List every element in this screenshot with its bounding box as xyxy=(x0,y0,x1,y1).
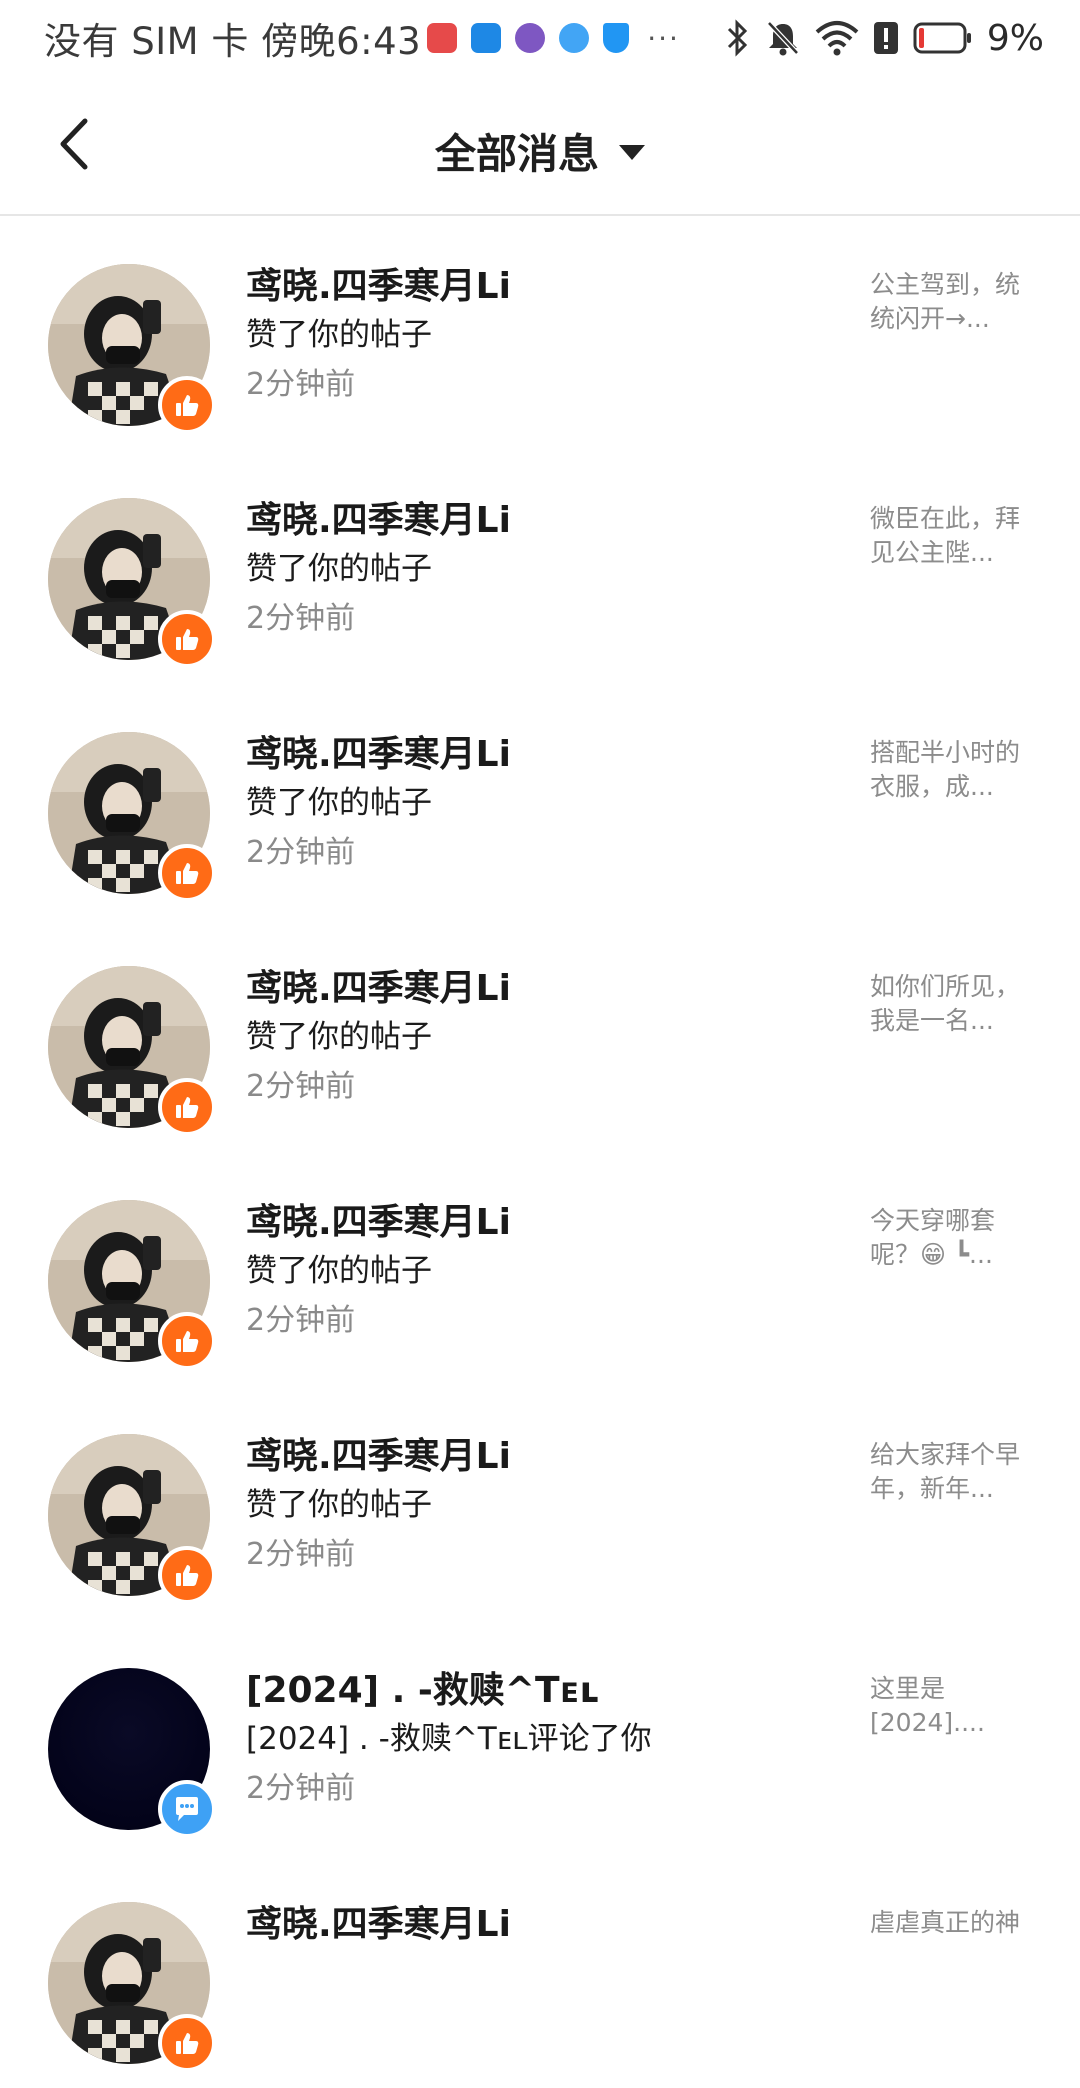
message-time: 2分钟前 xyxy=(246,1771,356,1806)
message-time: 2分钟前 xyxy=(246,601,356,636)
message-action: 赞了你的帖子 xyxy=(246,317,432,353)
message-action: 赞了你的帖子 xyxy=(246,785,432,821)
avatar-container[interactable] xyxy=(48,1434,216,1604)
avatar-container[interactable] xyxy=(48,966,216,1136)
message-action: 赞了你的帖子 xyxy=(246,551,432,587)
message-row[interactable]: 鸢晓.四季寒月Li 赞了你的帖子 2分钟前 如你们所见，我是一名... xyxy=(0,918,1080,1152)
status-left: 没有 SIM 卡 傍晚6:43 ··· xyxy=(44,12,680,64)
message-text-block: 鸢晓.四季寒月Li 赞了你的帖子 2分钟前 xyxy=(246,264,806,408)
security-shield-app-icon xyxy=(603,23,630,53)
bluetooth-icon xyxy=(725,19,751,57)
message-text-block: 鸢晓.四季寒月Li 赞了你的帖子 2分钟前 xyxy=(246,966,806,1110)
sender-name[interactable]: 鸢晓.四季寒月Li xyxy=(246,1434,806,1480)
message-time: 2分钟前 xyxy=(246,1303,356,1338)
alert-icon xyxy=(873,20,899,56)
message-list: 鸢晓.四季寒月Li 赞了你的帖子 2分钟前 公主驾到，统统闪开→... 鸢晓.四… xyxy=(0,216,1080,2088)
post-preview[interactable]: 公主驾到，统统闪开→... xyxy=(870,268,1040,336)
sender-name[interactable]: 鸢晓.四季寒月Li xyxy=(246,498,806,544)
avatar-container[interactable] xyxy=(48,732,216,902)
message-text-block: 鸢晓.四季寒月Li 赞了你的帖子 2分钟前 xyxy=(246,732,806,876)
message-action: 赞了你的帖子 xyxy=(246,1253,432,1289)
message-time: 2分钟前 xyxy=(246,1069,356,1104)
post-preview[interactable]: 微臣在此，拜见公主陛... xyxy=(870,502,1040,570)
avatar-container[interactable] xyxy=(48,1902,216,2072)
sender-name[interactable]: [2024] . -救赎^Tᴇʟ xyxy=(246,1668,806,1714)
wifi-icon xyxy=(815,20,859,56)
weather-app-icon xyxy=(471,23,502,53)
message-row[interactable]: 鸢晓.四季寒月Li 赞了你的帖子 2分钟前 今天穿哪套呢？😁 ┗... xyxy=(0,1152,1080,1386)
nav-bar: 全部消息 xyxy=(0,76,1080,216)
message-action: [2024] . -救赎^Tᴇʟ评论了你 xyxy=(246,1721,652,1757)
avatar-container[interactable] xyxy=(48,264,216,434)
comment-badge-icon xyxy=(158,1780,216,1838)
notification-app-icons: ··· xyxy=(427,22,680,55)
battery-icon xyxy=(913,21,973,55)
post-preview[interactable]: 给大家拜个早年，新年... xyxy=(870,1438,1040,1506)
post-preview[interactable]: 这里是[2024].... xyxy=(870,1672,1040,1740)
message-text-block: [2024] . -救赎^Tᴇʟ [2024] . -救赎^Tᴇʟ评论了你 2分… xyxy=(246,1668,806,1812)
message-row[interactable]: [2024] . -救赎^Tᴇʟ [2024] . -救赎^Tᴇʟ评论了你 2分… xyxy=(0,1620,1080,1854)
message-row[interactable]: 鸢晓.四季寒月Li 虐虐真正的神 xyxy=(0,1854,1080,2088)
message-text-block: 鸢晓.四季寒月Li xyxy=(246,1902,806,1952)
message-row[interactable]: 鸢晓.四季寒月Li 赞了你的帖子 2分钟前 公主驾到，统统闪开→... xyxy=(0,216,1080,450)
sender-name[interactable]: 鸢晓.四季寒月Li xyxy=(246,264,806,310)
like-badge-icon xyxy=(158,1546,216,1604)
message-filter-dropdown[interactable]: 全部消息 xyxy=(0,120,1080,180)
message-row[interactable]: 鸢晓.四季寒月Li 赞了你的帖子 2分钟前 微臣在此，拜见公主陛... xyxy=(0,450,1080,684)
like-badge-icon xyxy=(158,1312,216,1370)
red-book-app-icon xyxy=(427,23,458,53)
message-time: 2分钟前 xyxy=(246,367,356,402)
like-badge-icon xyxy=(158,1078,216,1136)
sender-name[interactable]: 鸢晓.四季寒月Li xyxy=(246,732,806,778)
carrier-time-text: 没有 SIM 卡 傍晚6:43 xyxy=(44,20,422,63)
more-notifications-icon: ··· xyxy=(647,21,680,55)
message-row[interactable]: 鸢晓.四季寒月Li 赞了你的帖子 2分钟前 给大家拜个早年，新年... xyxy=(0,1386,1080,1620)
browser-app-icon xyxy=(559,23,590,53)
status-bar: 没有 SIM 卡 傍晚6:43 ··· 9% xyxy=(0,0,1080,76)
message-row[interactable]: 鸢晓.四季寒月Li 赞了你的帖子 2分钟前 搭配半小时的衣服，成... xyxy=(0,684,1080,918)
sender-name[interactable]: 鸢晓.四季寒月Li xyxy=(246,1902,806,1948)
message-text-block: 鸢晓.四季寒月Li 赞了你的帖子 2分钟前 xyxy=(246,498,806,642)
post-preview[interactable]: 如你们所见，我是一名... xyxy=(870,970,1040,1038)
avatar-container[interactable] xyxy=(48,498,216,668)
like-badge-icon xyxy=(158,610,216,668)
page-title: 全部消息 xyxy=(435,130,599,178)
message-time: 2分钟前 xyxy=(246,1537,356,1572)
avatar-container[interactable] xyxy=(48,1200,216,1370)
like-badge-icon xyxy=(158,844,216,902)
sender-name[interactable]: 鸢晓.四季寒月Li xyxy=(246,966,806,1012)
message-action: 赞了你的帖子 xyxy=(246,1487,432,1523)
post-preview[interactable]: 虐虐真正的神 xyxy=(870,1906,1040,1940)
post-preview[interactable]: 今天穿哪套呢？😁 ┗... xyxy=(870,1204,1040,1272)
message-time: 2分钟前 xyxy=(246,835,356,870)
status-right: 9% xyxy=(725,12,1044,64)
like-badge-icon xyxy=(158,2014,216,2072)
caret-down-icon xyxy=(619,144,645,160)
mute-bell-icon xyxy=(765,19,801,57)
post-preview[interactable]: 搭配半小时的衣服，成... xyxy=(870,736,1040,804)
sender-name[interactable]: 鸢晓.四季寒月Li xyxy=(246,1200,806,1246)
message-text-block: 鸢晓.四季寒月Li 赞了你的帖子 2分钟前 xyxy=(246,1434,806,1578)
battery-percentage: 9% xyxy=(986,17,1044,59)
message-text-block: 鸢晓.四季寒月Li 赞了你的帖子 2分钟前 xyxy=(246,1200,806,1344)
music-app-icon xyxy=(515,23,546,53)
avatar-container[interactable] xyxy=(48,1668,216,1838)
message-action: 赞了你的帖子 xyxy=(246,1019,432,1055)
like-badge-icon xyxy=(158,376,216,434)
